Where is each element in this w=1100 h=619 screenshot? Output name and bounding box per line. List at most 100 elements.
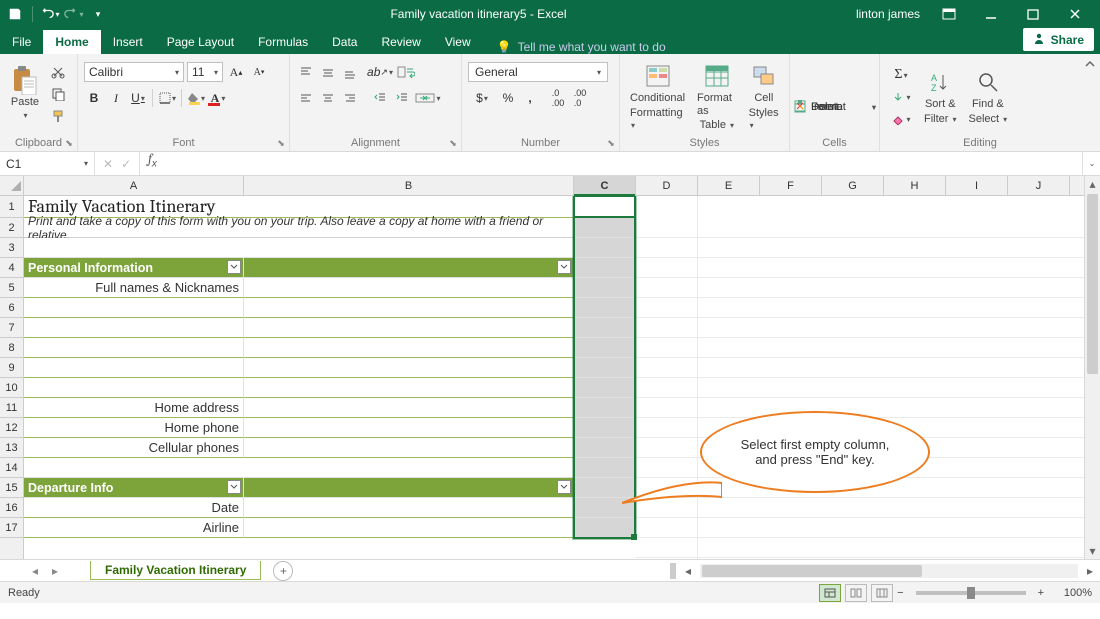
- cell-c12[interactable]: [574, 418, 636, 438]
- align-middle-icon[interactable]: [318, 62, 338, 82]
- tab-data[interactable]: Data: [320, 30, 369, 54]
- tab-formulas[interactable]: Formulas: [246, 30, 320, 54]
- percent-icon[interactable]: %: [498, 88, 518, 108]
- cell-b10[interactable]: [244, 378, 574, 398]
- page-layout-view-icon[interactable]: [845, 584, 867, 602]
- cell-a13[interactable]: Cellular phones: [24, 438, 244, 458]
- col-header-b[interactable]: B: [244, 176, 574, 195]
- col-header-d[interactable]: D: [636, 176, 698, 195]
- row-header-7[interactable]: 7: [0, 318, 23, 338]
- align-left-icon[interactable]: [296, 88, 316, 108]
- sheet-nav-prev-icon[interactable]: ◂: [32, 564, 38, 578]
- row-header-15[interactable]: 15: [0, 478, 23, 498]
- scroll-left-icon[interactable]: ◂: [680, 563, 696, 579]
- format-as-table-button[interactable]: Format as Table ▾: [693, 60, 741, 134]
- minimize-icon[interactable]: [970, 0, 1012, 28]
- row-header-4[interactable]: 4: [0, 258, 23, 278]
- bold-button[interactable]: B: [84, 88, 104, 108]
- cell-c15[interactable]: [574, 478, 636, 498]
- tab-view[interactable]: View: [433, 30, 483, 54]
- row-header-5[interactable]: 5: [0, 278, 23, 298]
- paste-button[interactable]: Paste ▾: [6, 58, 44, 128]
- scroll-right-icon[interactable]: ▸: [1082, 563, 1098, 579]
- filter-icon[interactable]: [227, 260, 241, 274]
- row-header-14[interactable]: 14: [0, 458, 23, 478]
- zoom-in-icon[interactable]: +: [1034, 587, 1048, 599]
- sheet-nav-next-icon[interactable]: ▸: [52, 564, 58, 578]
- row-header-8[interactable]: 8: [0, 338, 23, 358]
- underline-button[interactable]: U▾: [128, 88, 148, 108]
- zoom-out-icon[interactable]: −: [893, 587, 907, 599]
- format-cells-button[interactable]: Format▾: [790, 97, 879, 117]
- filter-icon[interactable]: [557, 260, 571, 274]
- cell-c5[interactable]: [574, 278, 636, 298]
- decrease-decimal-icon[interactable]: .00.0: [570, 88, 590, 108]
- collapse-ribbon-icon[interactable]: [1080, 54, 1100, 151]
- col-header-f[interactable]: F: [760, 176, 822, 195]
- align-center-icon[interactable]: [318, 88, 338, 108]
- cell-a8[interactable]: [24, 338, 244, 358]
- formula-input[interactable]: [157, 152, 1082, 175]
- sheet-tab[interactable]: Family Vacation Itinerary: [90, 561, 261, 580]
- row-header-1[interactable]: 1: [0, 196, 23, 218]
- clipboard-dialog-launcher-icon[interactable]: ⬊: [63, 137, 75, 149]
- cell-c3[interactable]: [574, 238, 636, 258]
- cell-a9[interactable]: [24, 358, 244, 378]
- clear-icon[interactable]: ▾: [886, 109, 916, 129]
- cell-b7[interactable]: [244, 318, 574, 338]
- orientation-icon[interactable]: ab↗▾: [370, 62, 390, 82]
- comma-style-icon[interactable]: ,: [520, 88, 540, 108]
- cell-b16[interactable]: [244, 498, 574, 518]
- ribbon-display-icon[interactable]: [928, 0, 970, 28]
- cell-c6[interactable]: [574, 298, 636, 318]
- accounting-format-icon[interactable]: $ ▾: [468, 88, 496, 108]
- cell-styles-button[interactable]: Cell Styles ▾: [745, 60, 783, 134]
- add-sheet-icon[interactable]: +: [273, 561, 293, 581]
- cancel-formula-icon[interactable]: ✕: [103, 157, 113, 171]
- cell-c1[interactable]: [574, 196, 636, 218]
- conditional-formatting-button[interactable]: Conditional Formatting ▾: [626, 60, 689, 134]
- row-header-6[interactable]: 6: [0, 298, 23, 318]
- select-all-corner[interactable]: [0, 176, 24, 195]
- cell-b6[interactable]: [244, 298, 574, 318]
- row-header-16[interactable]: 16: [0, 498, 23, 518]
- align-bottom-icon[interactable]: [340, 62, 360, 82]
- fill-color-icon[interactable]: ▾: [186, 88, 206, 108]
- col-header-c[interactable]: C: [574, 176, 636, 195]
- row-header-17[interactable]: 17: [0, 518, 23, 538]
- redo-icon[interactable]: ▾: [63, 3, 85, 25]
- cell-c4[interactable]: [574, 258, 636, 278]
- cell-b13[interactable]: [244, 438, 574, 458]
- scroll-down-icon[interactable]: ▾: [1085, 543, 1100, 559]
- row-header-10[interactable]: 10: [0, 378, 23, 398]
- col-header-j[interactable]: J: [1008, 176, 1070, 195]
- cell-b17[interactable]: [244, 518, 574, 538]
- filter-icon[interactable]: [227, 480, 241, 494]
- cell-a15[interactable]: Departure Info: [24, 478, 244, 498]
- cell-b12[interactable]: [244, 418, 574, 438]
- col-header-i[interactable]: I: [946, 176, 1008, 195]
- col-header-h[interactable]: H: [884, 176, 946, 195]
- close-icon[interactable]: [1054, 0, 1096, 28]
- cell-b11[interactable]: [244, 398, 574, 418]
- scroll-thumb[interactable]: [1087, 194, 1098, 374]
- font-color-icon[interactable]: A▾: [208, 88, 228, 108]
- sort-filter-button[interactable]: AZ Sort & Filter ▾: [920, 66, 961, 127]
- row-header-11[interactable]: 11: [0, 398, 23, 418]
- fx-icon[interactable]: fx: [140, 152, 157, 175]
- undo-icon[interactable]: ▾: [39, 3, 61, 25]
- row-header-9[interactable]: 9: [0, 358, 23, 378]
- cut-icon[interactable]: [48, 62, 68, 82]
- italic-button[interactable]: I: [106, 88, 126, 108]
- col-header-g[interactable]: G: [822, 176, 884, 195]
- filter-icon[interactable]: [557, 480, 571, 494]
- cell-c14[interactable]: [574, 458, 636, 478]
- decrease-font-icon[interactable]: A▾: [249, 62, 269, 82]
- cell-c16[interactable]: [574, 498, 636, 518]
- row-header-13[interactable]: 13: [0, 438, 23, 458]
- tab-split-handle[interactable]: [670, 563, 676, 579]
- align-top-icon[interactable]: [296, 62, 316, 82]
- copy-icon[interactable]: [48, 84, 68, 104]
- number-format-combo[interactable]: General▾: [468, 62, 608, 82]
- increase-indent-icon[interactable]: [392, 88, 412, 108]
